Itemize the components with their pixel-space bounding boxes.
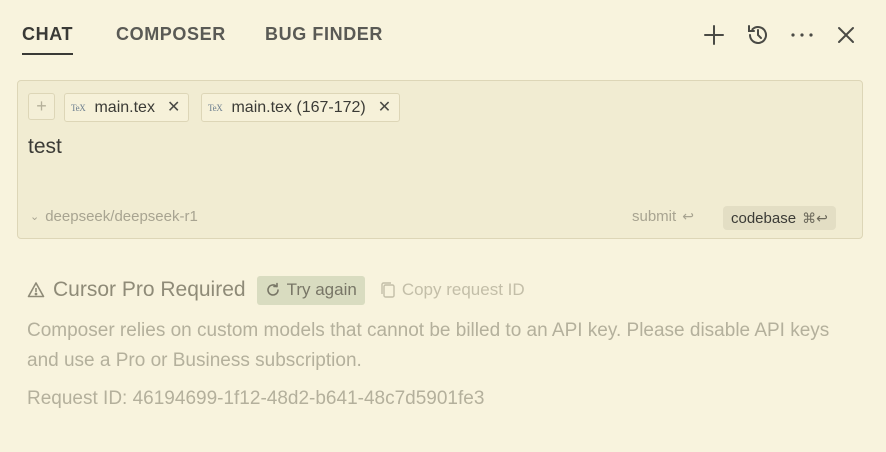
try-again-button[interactable]: Try again: [256, 275, 365, 305]
refresh-icon: [266, 282, 279, 296]
model-name: deepseek/deepseek-r1: [45, 208, 198, 225]
tex-file-icon: TeX: [208, 102, 223, 113]
more-icon: [791, 33, 813, 37]
tab-chat[interactable]: CHAT: [22, 24, 74, 55]
add-context-button[interactable]: +: [28, 93, 55, 120]
tab-bug-finder[interactable]: BUG FINDER: [265, 24, 383, 45]
return-key-icon: ↩: [682, 208, 694, 224]
context-pill-label: main.tex: [94, 98, 155, 116]
plus-icon: [704, 25, 724, 45]
more-options-button[interactable]: [780, 20, 824, 50]
history-button[interactable]: [736, 20, 780, 50]
new-chat-button[interactable]: [692, 20, 736, 50]
history-icon: [748, 25, 767, 44]
top-actions: [692, 20, 868, 50]
remove-context-icon[interactable]: ✕: [378, 99, 391, 116]
error-header: Cursor Pro Required Try again Copy reque…: [27, 275, 525, 305]
plus-icon: +: [36, 96, 47, 116]
prompt-input[interactable]: test: [28, 135, 62, 159]
cmd-return-shortcut: ⌘↩: [802, 209, 828, 226]
tab-composer[interactable]: COMPOSER: [116, 24, 226, 45]
copy-request-id-button[interactable]: Copy request ID: [380, 280, 525, 300]
remove-context-icon[interactable]: ✕: [167, 99, 180, 116]
submit-button[interactable]: submit ↩: [632, 208, 694, 225]
error-title: Cursor Pro Required: [53, 278, 246, 301]
try-again-label: Try again: [286, 280, 357, 299]
close-button[interactable]: [824, 20, 868, 50]
composer-box: + TeX main.tex ✕ TeX main.tex (167-172) …: [17, 80, 863, 239]
submit-label: submit: [632, 208, 677, 225]
chevron-down-icon: ⌄: [30, 211, 40, 223]
copy-icon: [381, 282, 395, 298]
warning-icon: [27, 282, 45, 298]
error-message: Composer relies on custom models that ca…: [27, 320, 830, 371]
request-id: Request ID: 46194699-1f12-48d2-b641-48c7…: [27, 388, 485, 409]
tex-file-icon: TeX: [71, 102, 86, 113]
close-icon: [838, 27, 854, 43]
codebase-label: codebase: [731, 209, 797, 227]
context-pill[interactable]: TeX main.tex ✕: [64, 93, 190, 122]
copy-request-id-label: Copy request ID: [401, 280, 525, 299]
context-pill-label: main.tex (167-172): [231, 98, 366, 116]
model-selector[interactable]: ⌄ deepseek/deepseek-r1: [30, 208, 198, 225]
context-pill[interactable]: TeX main.tex (167-172) ✕: [201, 93, 401, 122]
codebase-button[interactable]: codebase ⌘↩: [723, 206, 836, 230]
